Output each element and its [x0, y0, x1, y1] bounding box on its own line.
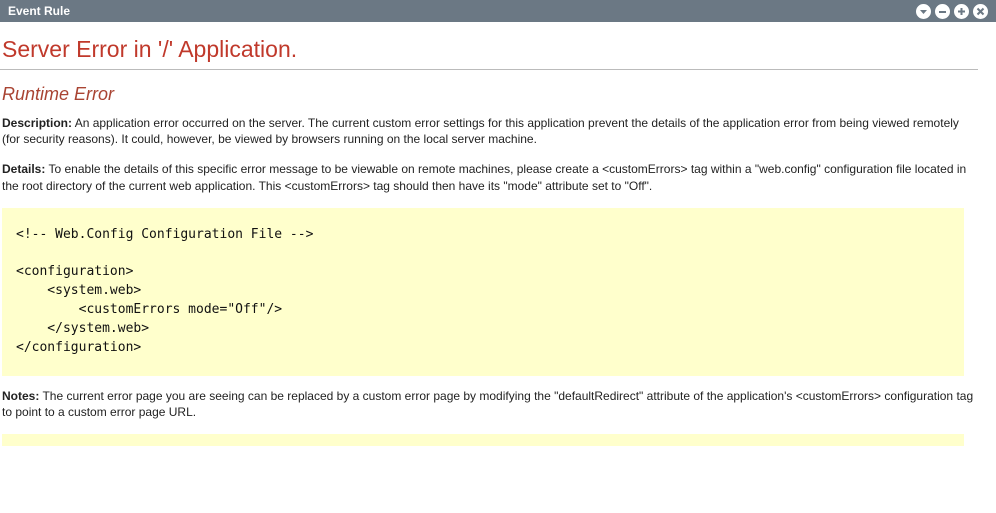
error-subtitle: Runtime Error [2, 84, 978, 105]
config-code: <!-- Web.Config Configuration File --> <… [16, 226, 950, 358]
window-titlebar: Event Rule [0, 0, 996, 22]
config-code-block: <!-- Web.Config Configuration File --> <… [2, 208, 964, 376]
details-text: To enable the details of this specific e… [2, 162, 966, 192]
details-label: Details: [2, 162, 45, 176]
divider [0, 69, 978, 70]
description-block: Description: An application error occurr… [2, 115, 976, 147]
window-title: Event Rule [8, 4, 70, 18]
details-block: Details: To enable the details of this s… [2, 161, 976, 193]
close-icon[interactable] [973, 4, 988, 19]
window-control-buttons [916, 4, 988, 19]
error-page: Server Error in '/' Application. Runtime… [0, 36, 978, 513]
notes-text: The current error page you are seeing ca… [2, 389, 973, 419]
maximize-icon[interactable] [954, 4, 969, 19]
collapse-down-icon[interactable] [916, 4, 931, 19]
description-text: An application error occurred on the ser… [2, 116, 959, 146]
notes-block: Notes: The current error page you are se… [2, 388, 976, 420]
content-wrapper: Server Error in '/' Application. Runtime… [0, 22, 996, 513]
minimize-icon[interactable] [935, 4, 950, 19]
description-label: Description: [2, 116, 72, 130]
content-scroll-area[interactable]: Server Error in '/' Application. Runtime… [0, 22, 996, 513]
overflow-spacer [0, 446, 978, 513]
second-code-block-top [2, 434, 964, 446]
notes-label: Notes: [2, 389, 39, 403]
error-title: Server Error in '/' Application. [2, 36, 978, 63]
